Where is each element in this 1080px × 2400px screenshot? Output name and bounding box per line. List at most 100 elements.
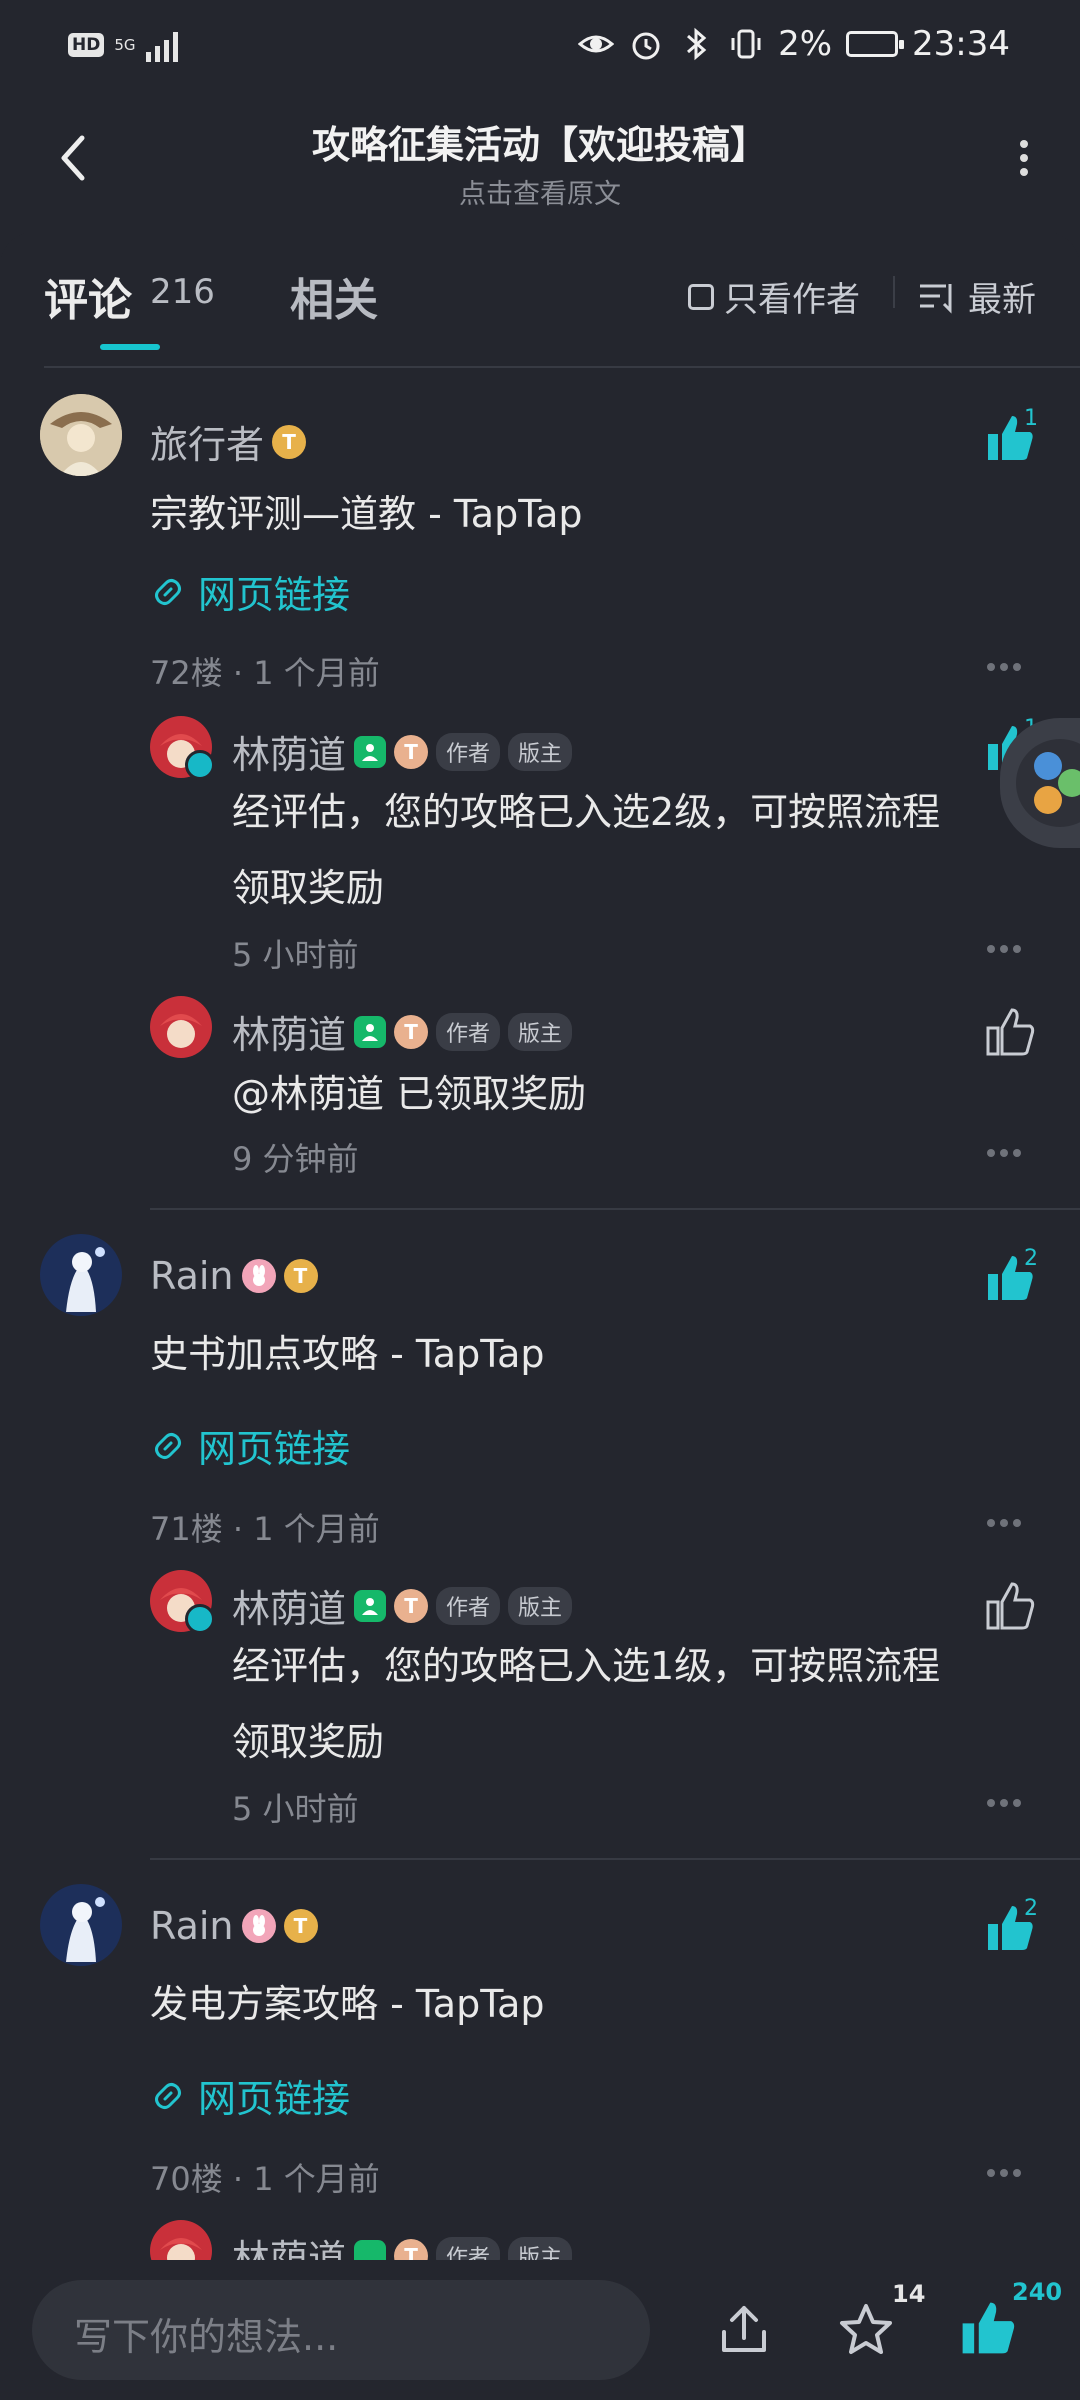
divider [893, 276, 895, 308]
page-title[interactable]: 攻略征集活动【欢迎投稿】 [0, 114, 1080, 169]
like-icon[interactable] [958, 2298, 1018, 2358]
clock: 23:34 [912, 24, 1010, 64]
status-bar: HD 5G 2% 23:34 [0, 0, 1080, 92]
like-count: 240 [1012, 2278, 1063, 2306]
sort-label: 最新 [968, 280, 1036, 320]
username[interactable]: Rain [150, 1904, 234, 1948]
moderator-badge-icon [354, 1589, 387, 1622]
username[interactable]: 旅行者 [150, 414, 264, 469]
moderator-badge-icon [354, 1015, 387, 1048]
like-count: 1 [1024, 406, 1038, 431]
link-icon [155, 578, 181, 605]
signal-icon [145, 32, 178, 62]
avatar[interactable] [40, 1234, 122, 1316]
like-count: 2 [1024, 1246, 1038, 1271]
reply-text: 经评估，您的攻略已入选1级，可按照流程 [232, 1644, 941, 1688]
coin-badge-icon: T [283, 1909, 318, 1943]
coin-badge-icon: T [394, 734, 429, 769]
verified-icon [185, 750, 215, 780]
reply-text: @林荫道 已领取奖励 [232, 1072, 587, 1116]
battery-percent: 2% [778, 24, 833, 64]
coin-badge-icon: T [394, 1588, 429, 1623]
author-only-label: 只看作者 [724, 280, 860, 320]
tab-comments[interactable]: 评论 [44, 264, 132, 328]
link-label: 网页链接 [198, 1427, 351, 1471]
comment-input-placeholder: 写下你的想法... [74, 2315, 339, 2359]
link-icon [155, 1432, 181, 1459]
divider [150, 1208, 1080, 1210]
comment-text: 宗教评测—道教 - TapTap [150, 492, 583, 536]
more-options-icon[interactable] [986, 1518, 1022, 1528]
favorite-star-icon[interactable] [836, 2300, 896, 2360]
divider [150, 1858, 1080, 1860]
coin-badge-icon: T [283, 1259, 318, 1293]
more-options-icon[interactable] [986, 1148, 1022, 1158]
more-options-icon[interactable] [986, 944, 1022, 954]
more-menu-icon[interactable] [1008, 136, 1040, 180]
alarm-icon [632, 32, 660, 60]
view-original-link[interactable]: 点击查看原文 [0, 172, 1080, 211]
link-label: 网页链接 [198, 573, 351, 617]
like-count: 2 [1024, 1896, 1038, 1921]
rabbit-badge-icon [241, 1909, 276, 1943]
vibrate-icon [731, 29, 761, 59]
tab-related[interactable]: 相关 [290, 264, 378, 328]
username[interactable]: 林荫道 [232, 724, 346, 779]
username[interactable]: Rain [150, 1254, 234, 1298]
top-bar: 攻略征集活动【欢迎投稿】 点击查看原文 [0, 92, 1080, 232]
more-options-icon[interactable] [986, 2168, 1022, 2178]
floor-and-time: 72楼 · 1 个月前 [150, 654, 380, 692]
comment-author[interactable]: 旅行者 T [150, 414, 307, 469]
web-link[interactable]: 网页链接 [150, 564, 350, 619]
comment-count: 216 [150, 272, 215, 312]
moderator-badge-icon [354, 735, 387, 768]
author-tag: 作者 [436, 1012, 501, 1051]
eye-icon [578, 35, 615, 53]
avatar[interactable] [40, 1884, 122, 1966]
reply-text: 领取奖励 [232, 866, 385, 910]
sort-icon [920, 283, 952, 314]
coin-badge-icon: T [394, 1014, 429, 1049]
avatar[interactable] [150, 996, 212, 1058]
reply-time: 5 小时前 [232, 936, 359, 974]
reply-time: 5 小时前 [232, 1790, 359, 1828]
favorite-count: 14 [892, 2280, 926, 2308]
author-only-checkbox[interactable] [688, 283, 714, 310]
author-tag: 作者 [436, 732, 501, 771]
more-options-icon[interactable] [986, 662, 1022, 672]
more-options-icon[interactable] [986, 1798, 1022, 1808]
battery-icon [846, 31, 905, 57]
reply-author[interactable]: 林荫道 T 作者 版主 [232, 1004, 573, 1059]
link-icon [155, 2082, 181, 2109]
author-only-toggle[interactable]: 只看作者 [688, 272, 860, 321]
comment-author[interactable]: Rain T [150, 1254, 318, 1298]
web-link[interactable]: 网页链接 [150, 2068, 350, 2123]
comment-text: 史书加点攻略 - TapTap [150, 1332, 545, 1376]
comment-input[interactable]: 写下你的想法... [32, 2280, 650, 2380]
floor-and-time: 70楼 · 1 个月前 [150, 2160, 380, 2198]
network-type: 5G [114, 35, 136, 54]
reply-author[interactable]: 林荫道 T 作者 版主 [232, 724, 573, 779]
bluetooth-icon [687, 27, 707, 61]
divider [44, 366, 1080, 368]
moderator-tag: 版主 [508, 1012, 573, 1051]
avatar[interactable] [40, 394, 122, 476]
comment-tabs: 评论 216 相关 只看作者 最新 [0, 232, 1080, 368]
web-link[interactable]: 网页链接 [150, 1418, 350, 1473]
like-icon[interactable] [984, 1580, 1036, 1632]
comment-author[interactable]: Rain T [150, 1904, 318, 1948]
moderator-tag: 版主 [508, 1586, 573, 1625]
bottom-bar: 写下你的想法... 14 240 [0, 2260, 1080, 2400]
floor-and-time: 71楼 · 1 个月前 [150, 1510, 380, 1548]
reply-text: 领取奖励 [232, 1720, 385, 1764]
reply-author[interactable]: 林荫道 T 作者 版主 [232, 1578, 573, 1633]
username[interactable]: 林荫道 [232, 1578, 346, 1633]
sort-button[interactable]: 最新 [918, 272, 1036, 321]
coin-badge-icon: T [272, 424, 307, 459]
active-tab-indicator [100, 344, 160, 350]
link-label: 网页链接 [198, 2077, 351, 2121]
rabbit-badge-icon [241, 1259, 276, 1293]
share-icon[interactable] [714, 2300, 774, 2360]
username[interactable]: 林荫道 [232, 1004, 346, 1059]
like-icon[interactable] [984, 1006, 1036, 1058]
